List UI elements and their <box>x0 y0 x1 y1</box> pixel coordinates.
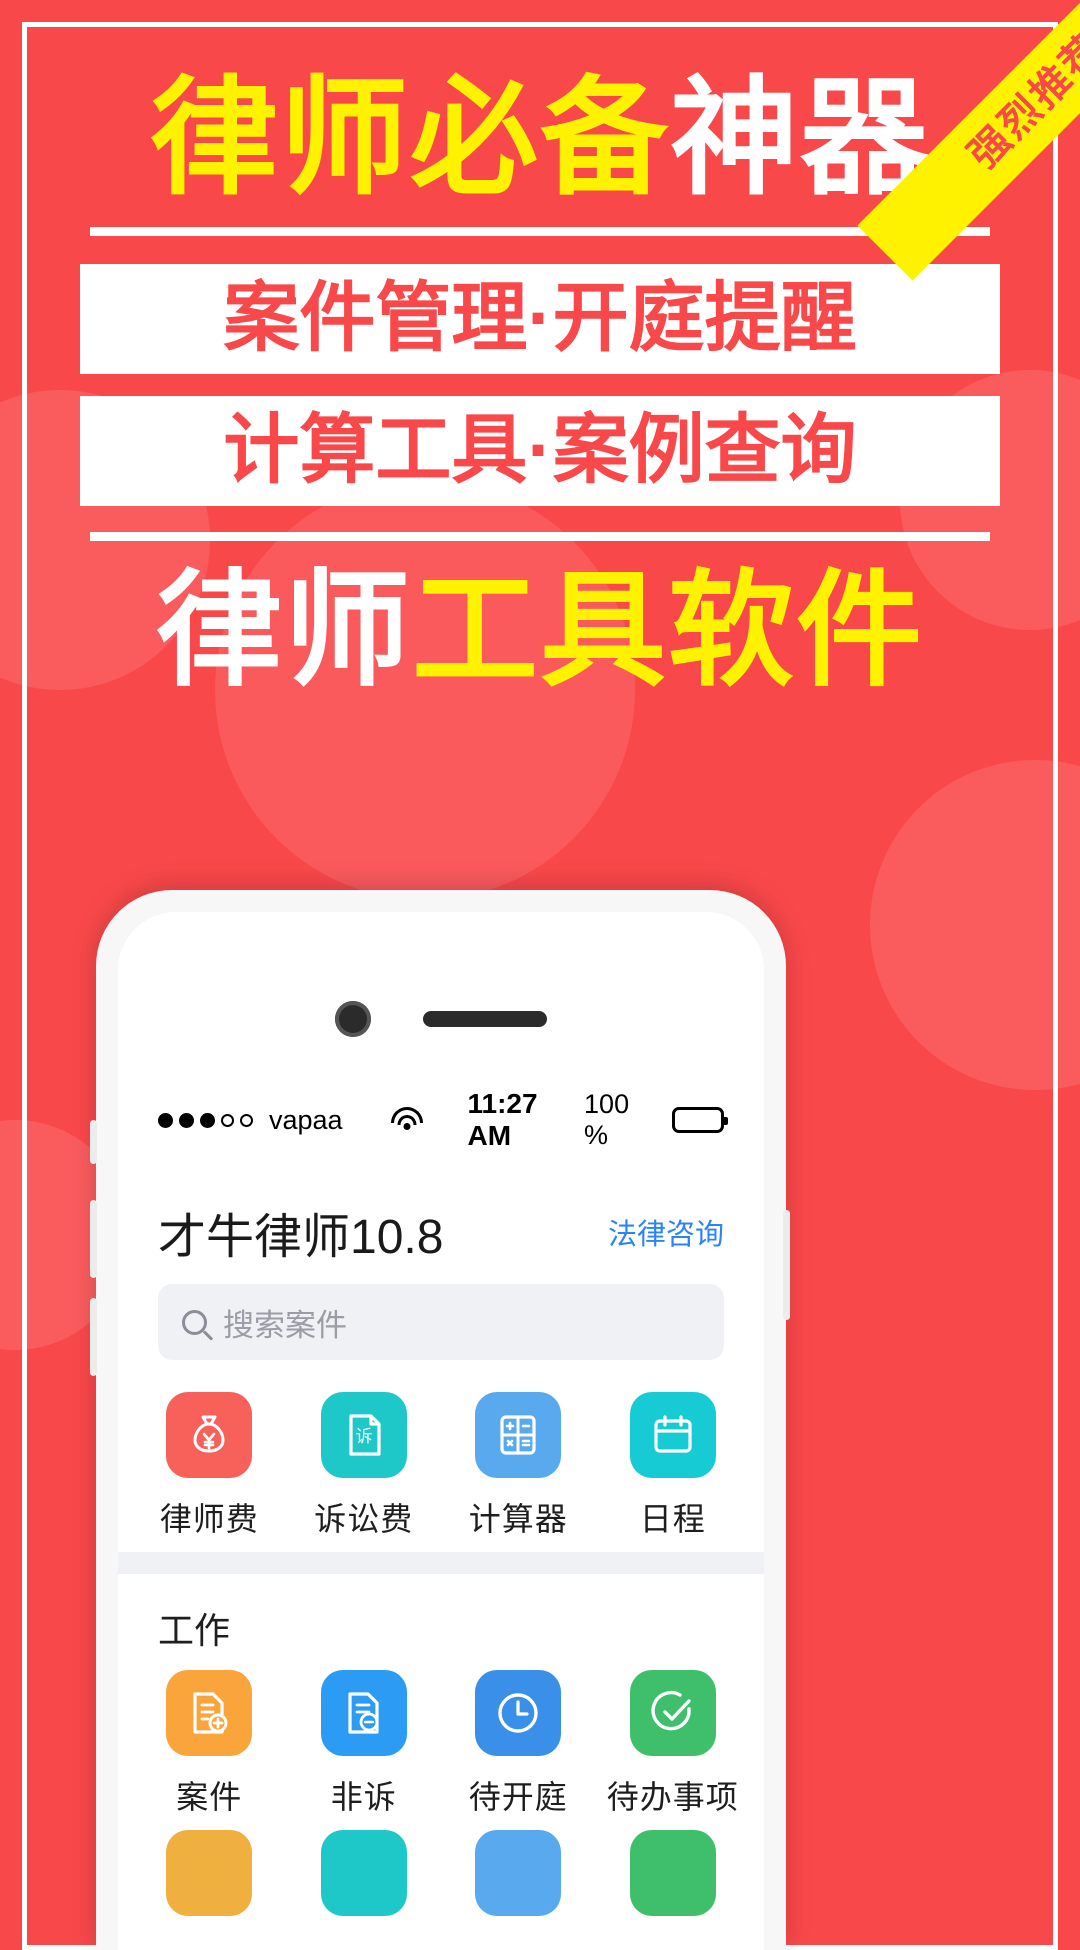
earpiece-speaker <box>423 1011 547 1027</box>
search-placeholder: 搜索案件 <box>223 1307 347 1343</box>
status-time: 11:27 AM <box>467 1088 538 1151</box>
phone-mockup: vapaa 11:27 AM 100 % 才牛律师10.8 法律咨询 搜索案件 <box>96 890 786 1950</box>
legal-consult-link[interactable]: 法律咨询 <box>608 1211 724 1253</box>
document-add-icon <box>166 1670 253 1756</box>
decorative-circle <box>870 760 1080 1090</box>
check-circle-icon <box>629 1670 716 1756</box>
feature-banner-1-label: 案件管理·开庭提醒 <box>223 276 857 362</box>
work-item-row2[interactable] <box>441 1830 596 1916</box>
headline-bottom-white: 律师 <box>156 560 412 702</box>
document-su-icon: 诉 <box>320 1392 407 1478</box>
tool-label: 日程 <box>639 1501 706 1537</box>
money-bag-icon <box>166 1392 253 1478</box>
phone-hardware <box>118 998 764 1040</box>
status-right: 100 % <box>584 1089 729 1151</box>
tools-grid: 律师费 诉 诉讼费 计算器 日程 <box>118 1392 764 1540</box>
phone-power-button <box>783 1210 790 1320</box>
work-item-todo[interactable]: 待办事项 <box>596 1670 751 1818</box>
section-title-work: 工作 <box>158 1610 231 1651</box>
tile-icon <box>475 1830 562 1916</box>
battery-percent-label: 100 % <box>584 1089 630 1150</box>
work-item-case[interactable]: 案件 <box>132 1670 287 1818</box>
headline-bottom: 律师工具软件 <box>66 564 1014 697</box>
search-icon <box>182 1309 207 1335</box>
work-grid: 案件 非诉 待开庭 待办事项 <box>118 1670 764 1818</box>
phone-mute-switch <box>90 1120 97 1164</box>
work-item-upcoming-hearing[interactable]: 待开庭 <box>441 1670 596 1818</box>
clock-icon <box>475 1670 562 1756</box>
battery-full-icon <box>671 1107 729 1133</box>
recommend-ribbon: 强烈推荐 <box>780 0 1080 300</box>
tool-item-litigation-fee[interactable]: 诉 诉讼费 <box>287 1392 442 1540</box>
tile-icon <box>320 1830 407 1916</box>
tile-icon <box>629 1830 716 1916</box>
divider-bottom <box>90 532 990 542</box>
work-label: 待开庭 <box>468 1779 568 1815</box>
tool-item-schedule[interactable]: 日程 <box>596 1392 751 1540</box>
tool-label: 计算器 <box>468 1501 568 1537</box>
phone-volume-down-button <box>90 1298 97 1376</box>
tile-icon <box>166 1830 253 1916</box>
phone-screen: vapaa 11:27 AM 100 % 才牛律师10.8 法律咨询 搜索案件 <box>118 912 764 1950</box>
status-bar: vapaa 11:27 AM 100 % <box>118 1088 764 1151</box>
work-item-row2[interactable] <box>287 1830 442 1916</box>
tool-label: 诉讼费 <box>314 1501 414 1537</box>
headline-bottom-yellow: 工具软件 <box>412 560 924 702</box>
carrier-label: vapaa <box>269 1104 343 1135</box>
section-separator <box>118 1552 764 1574</box>
work-item-row2[interactable] <box>132 1830 287 1916</box>
app-header: 才牛律师10.8 法律咨询 <box>118 1184 764 1280</box>
signal-strength-icon <box>158 1112 253 1128</box>
wifi-icon <box>391 1107 424 1133</box>
calendar-icon <box>629 1392 716 1478</box>
work-item-row2[interactable] <box>596 1830 751 1916</box>
calculator-icon <box>475 1392 562 1478</box>
tool-item-calculator[interactable]: 计算器 <box>441 1392 596 1540</box>
tool-label: 律师费 <box>159 1501 259 1537</box>
feature-banner-2: 计算工具·案例查询 <box>80 396 1000 507</box>
document-stamp-icon <box>320 1670 407 1756</box>
phone-volume-up-button <box>90 1200 97 1278</box>
feature-banner-2-label: 计算工具·案例查询 <box>223 408 857 494</box>
ribbon-label: 强烈推荐 <box>960 24 1080 178</box>
ribbon-band: 强烈推荐 <box>857 0 1080 281</box>
work-item-non-litigation[interactable]: 非诉 <box>287 1670 442 1818</box>
work-label: 待办事项 <box>606 1779 739 1815</box>
work-label: 非诉 <box>330 1779 397 1815</box>
app-title: 才牛律师10.8 <box>158 1211 444 1264</box>
work-label: 案件 <box>176 1779 243 1815</box>
svg-text:诉: 诉 <box>355 1427 372 1446</box>
headline-top-yellow: 律师必备 <box>149 67 670 210</box>
front-camera-icon <box>335 1001 371 1037</box>
tool-item-lawyer-fee[interactable]: 律师费 <box>132 1392 287 1540</box>
search-input[interactable]: 搜索案件 <box>158 1284 724 1360</box>
work-grid-row2 <box>118 1830 764 1916</box>
